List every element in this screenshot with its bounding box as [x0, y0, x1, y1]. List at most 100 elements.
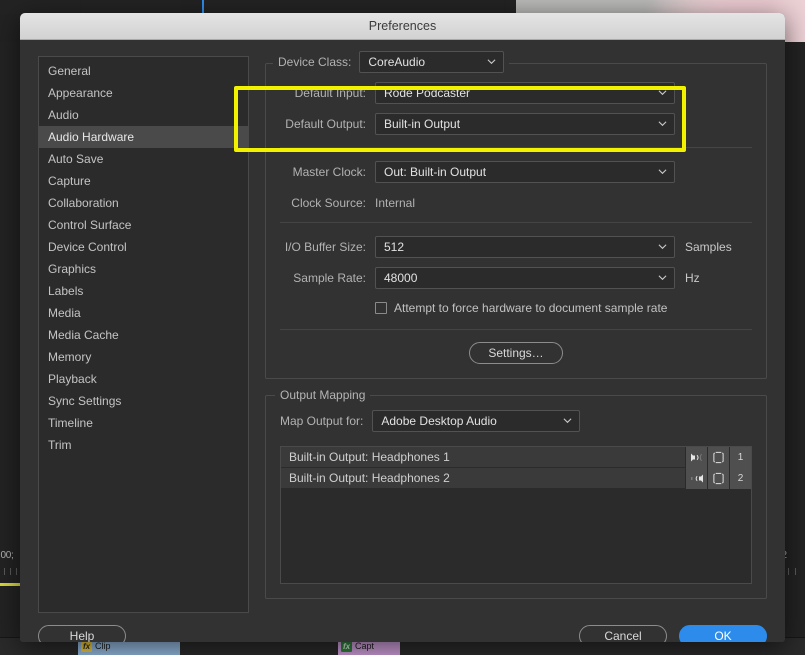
divider — [280, 147, 752, 148]
chevron-down-icon — [658, 167, 667, 175]
default-output-value: Built-in Output — [384, 117, 461, 131]
cancel-button[interactable]: Cancel — [579, 625, 667, 642]
buffer-size-value: 512 — [384, 240, 405, 254]
sidebar-item-label: Memory — [48, 350, 92, 364]
channel-number[interactable]: 1 — [729, 447, 751, 468]
sidebar-item-appearance[interactable]: Appearance — [39, 82, 248, 104]
sample-rate-select[interactable]: 48000 — [375, 267, 675, 289]
tick-mark — [795, 568, 796, 575]
master-clock-value: Out: Built-in Output — [384, 165, 487, 179]
channel-number[interactable]: 2 — [729, 467, 751, 489]
fx-badge-icon: fx — [81, 640, 92, 652]
clock-source-label: Clock Source: — [291, 196, 366, 210]
divider — [280, 329, 752, 330]
settings-button[interactable]: Settings… — [469, 342, 563, 364]
master-clock-label: Master Clock: — [292, 165, 366, 179]
buffer-size-select[interactable]: 512 — [375, 236, 675, 258]
speaker-right-icon[interactable] — [685, 467, 707, 489]
default-output-label: Default Output: — [285, 117, 366, 131]
speaker-left-icon[interactable] — [685, 447, 707, 468]
sidebar-item-label: General — [48, 64, 91, 78]
buffer-size-units: Samples — [685, 240, 732, 254]
output-channel-name: Built-in Output: Headphones 1 — [289, 450, 450, 464]
output-channel-list[interactable]: Built-in Output: Headphones 1 1 Built-in O… — [280, 446, 752, 584]
sidebar-item-memory[interactable]: Memory — [39, 346, 248, 368]
output-channel-name: Built-in Output: Headphones 2 — [289, 471, 450, 485]
sidebar-item-control-surface[interactable]: Control Surface — [39, 214, 248, 236]
fx-badge-icon: fx — [341, 640, 352, 652]
sidebar-item-label: Collaboration — [48, 196, 119, 210]
map-output-value: Adobe Desktop Audio — [381, 414, 497, 428]
sidebar-item-label: Sync Settings — [48, 394, 122, 408]
device-class-row: Device Class: CoreAudio — [273, 51, 510, 73]
force-hardware-row[interactable]: Attempt to force hardware to document sa… — [375, 301, 752, 315]
map-output-row: Map Output for: Adobe Desktop Audio — [280, 410, 752, 432]
chevron-down-icon — [658, 88, 667, 96]
output-mapping-group: Output Mapping Map Output for: Adobe Des… — [265, 388, 767, 599]
output-channel-controls: 1 — [685, 447, 751, 468]
default-input-row: Default Input: Rode Podcaster — [280, 82, 752, 104]
buffer-size-label: I/O Buffer Size: — [284, 240, 366, 254]
force-hardware-label: Attempt to force hardware to document sa… — [394, 301, 668, 315]
default-input-select[interactable]: Rode Podcaster — [375, 82, 675, 104]
chevron-down-icon — [487, 57, 496, 65]
default-output-select[interactable]: Built-in Output — [375, 113, 675, 135]
dialog-body: General Appearance Audio Audio Hardware Auto… — [20, 40, 785, 613]
output-mapping-box: Map Output for: Adobe Desktop Audio Buil… — [265, 395, 767, 599]
ok-button[interactable]: OK — [679, 625, 767, 642]
output-channel-controls: 2 — [685, 467, 751, 489]
master-clock-select[interactable]: Out: Built-in Output — [375, 161, 675, 183]
sidebar-item-media-cache[interactable]: Media Cache — [39, 324, 248, 346]
timecode-left: ;00; — [0, 550, 14, 561]
sidebar-item-capture[interactable]: Capture — [39, 170, 248, 192]
buffer-size-row: I/O Buffer Size: 512 Samples — [280, 236, 752, 258]
tick-mark — [16, 568, 17, 575]
sidebar-item-audio-hardware[interactable]: Audio Hardware — [39, 126, 248, 148]
channel-bracket-icon[interactable] — [707, 447, 729, 468]
sidebar-item-label: Media Cache — [48, 328, 119, 342]
sidebar-item-auto-save[interactable]: Auto Save — [39, 148, 248, 170]
device-class-select[interactable]: CoreAudio — [359, 51, 505, 73]
device-settings-box: Default Input: Rode Podcaster Default Ou… — [265, 63, 767, 379]
help-button[interactable]: Help — [38, 625, 126, 642]
sample-rate-units: Hz — [685, 271, 700, 285]
sidebar-item-label: Capture — [48, 174, 91, 188]
sidebar-item-label: Audio Hardware — [48, 130, 135, 144]
divider — [280, 222, 752, 223]
sidebar-item-label: Labels — [48, 284, 84, 298]
sidebar-item-device-control[interactable]: Device Control — [39, 236, 248, 258]
tick-mark — [788, 568, 789, 575]
chevron-down-icon — [658, 242, 667, 250]
sidebar-item-audio[interactable]: Audio — [39, 104, 248, 126]
sidebar-item-general[interactable]: General — [39, 60, 248, 82]
map-output-label: Map Output for: — [280, 414, 364, 428]
sample-rate-value: 48000 — [384, 271, 418, 285]
sidebar-item-playback[interactable]: Playback — [39, 368, 248, 390]
sidebar-item-trim[interactable]: Trim — [39, 434, 248, 456]
sidebar-item-collaboration[interactable]: Collaboration — [39, 192, 248, 214]
sidebar-item-label: Appearance — [48, 86, 113, 100]
device-class-label: Device Class: — [278, 55, 352, 69]
output-channel-row[interactable]: Built-in Output: Headphones 2 2 — [281, 467, 751, 489]
background-panel-2 — [81, 0, 181, 14]
tick-mark — [4, 568, 5, 575]
sidebar-item-labels[interactable]: Labels — [39, 280, 248, 302]
master-clock-row: Master Clock: Out: Built-in Output — [280, 161, 752, 183]
dialog-title: Preferences — [368, 19, 437, 33]
sidebar-item-media[interactable]: Media — [39, 302, 248, 324]
sidebar-item-label: Timeline — [48, 416, 93, 430]
channel-bracket-icon[interactable] — [707, 467, 729, 489]
clip-label: Capt — [355, 641, 375, 651]
sidebar-item-sync-settings[interactable]: Sync Settings — [39, 390, 248, 412]
output-channel-row[interactable]: Built-in Output: Headphones 1 1 — [281, 447, 751, 468]
preferences-category-list[interactable]: General Appearance Audio Audio Hardware Auto… — [38, 56, 249, 613]
dialog-titlebar[interactable]: Preferences — [20, 13, 785, 40]
tick-mark — [10, 568, 11, 575]
force-hardware-checkbox[interactable] — [375, 302, 387, 314]
map-output-select[interactable]: Adobe Desktop Audio — [372, 410, 581, 432]
sidebar-item-graphics[interactable]: Graphics — [39, 258, 248, 280]
background-panel-1 — [0, 0, 80, 14]
sidebar-item-label: Playback — [48, 372, 97, 386]
sidebar-item-timeline[interactable]: Timeline — [39, 412, 248, 434]
sidebar-item-label: Graphics — [48, 262, 97, 276]
